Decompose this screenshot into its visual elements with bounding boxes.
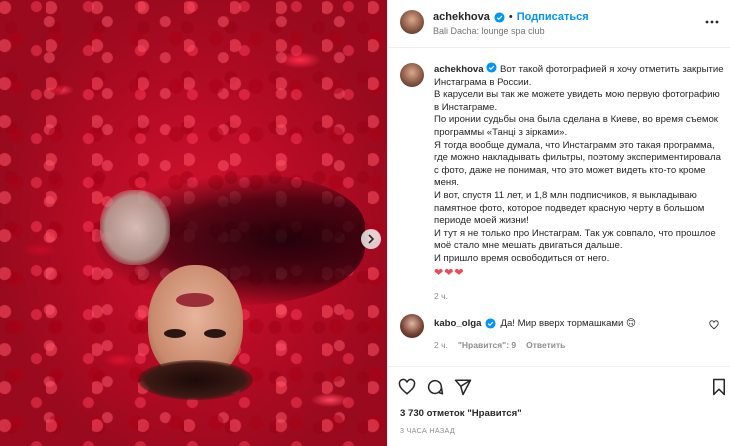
- comment-time[interactable]: 2 ч.: [434, 340, 448, 350]
- caption-hearts: ❤❤❤: [434, 266, 465, 279]
- post-header: achekhova • Подписаться Bali Dacha: loun…: [388, 0, 730, 48]
- comment-icon[interactable]: [426, 378, 444, 396]
- comment-text: Да! Мир вверх тормашками 🙃: [500, 318, 637, 329]
- caption-line: Я тогда вообще думала, что Инстаграмм эт…: [434, 139, 721, 189]
- caption-time: 2 ч.: [434, 291, 448, 302]
- upside-down-face: [138, 265, 253, 400]
- chevron-right-icon: [368, 234, 375, 244]
- commenter-avatar[interactable]: [400, 314, 424, 338]
- caption-line: В карусели вы так же можете увидеть мою …: [434, 89, 720, 113]
- verified-badge-icon: [485, 318, 496, 329]
- commenter-username[interactable]: kabo_olga: [434, 318, 481, 329]
- separator-dot: •: [508, 11, 513, 23]
- reply-button[interactable]: Ответить: [526, 340, 565, 350]
- verified-badge-icon: [486, 62, 497, 73]
- carousel-next-button[interactable]: [361, 229, 381, 249]
- post-photo[interactable]: [0, 0, 387, 446]
- more-options-button[interactable]: [704, 14, 720, 30]
- heart-icon[interactable]: [398, 378, 416, 396]
- caption-username[interactable]: achekhova: [434, 64, 484, 75]
- lips: [176, 293, 214, 307]
- comment-likes[interactable]: "Нравится": 9: [458, 340, 516, 350]
- share-icon[interactable]: [454, 378, 472, 396]
- post-side-panel: achekhova • Подписаться Bali Dacha: loun…: [387, 0, 730, 446]
- author-avatar[interactable]: [400, 10, 424, 34]
- comment-meta: 2 ч. "Нравится": 9 Ответить: [434, 340, 725, 350]
- post-location[interactable]: Bali Dacha: lounge spa club: [433, 26, 545, 36]
- eye-left: [164, 329, 186, 338]
- caption-text: achekhova Вот такой фотографией я хочу о…: [434, 62, 725, 279]
- post-time: 3 ЧАСА НАЗАД: [400, 426, 455, 435]
- figure-body: [100, 190, 170, 265]
- hair: [138, 360, 253, 400]
- heart-icon[interactable]: [709, 320, 719, 330]
- caption-line: achekhova Вот такой фотографией я хочу о…: [434, 62, 725, 89]
- likes-count[interactable]: 3 730 отметок "Нравится": [400, 408, 522, 419]
- action-bar: [388, 366, 730, 402]
- post-caption: achekhova Вот такой фотографией я хочу о…: [400, 62, 725, 301]
- follow-button[interactable]: Подписаться: [517, 11, 589, 23]
- author-line: achekhova • Подписаться: [433, 11, 589, 23]
- more-options-icon: [705, 20, 719, 24]
- caption-line: И пришло время освободиться от него.: [434, 252, 610, 264]
- author-username[interactable]: achekhova: [433, 11, 490, 23]
- caption-avatar[interactable]: [400, 63, 424, 87]
- caption-line: По иронии судьбы она была сделана в Киев…: [434, 114, 718, 138]
- eye-right: [204, 329, 226, 338]
- verified-badge-icon: [494, 11, 505, 23]
- caption-line: И тут я не только про Инстаграм. Так уж …: [434, 227, 716, 252]
- caption-line: И вот, спустя 11 лет, и 1,8 млн подписчи…: [434, 189, 705, 227]
- comment-item: kabo_olga Да! Мир вверх тормашками 🙃 2 ч…: [400, 314, 725, 350]
- comment-text-line: kabo_olga Да! Мир вверх тормашками 🙃: [434, 314, 725, 329]
- bookmark-icon[interactable]: [710, 378, 728, 396]
